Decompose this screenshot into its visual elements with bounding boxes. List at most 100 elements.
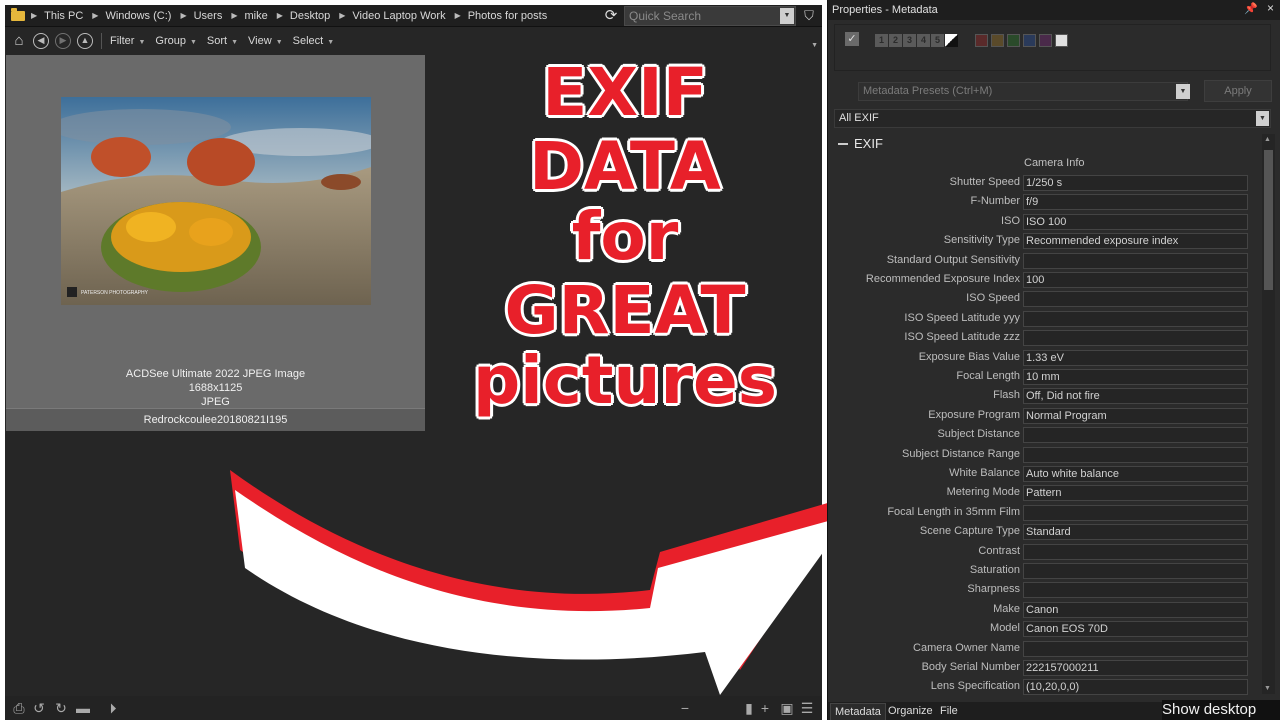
- exif-field-value[interactable]: [1023, 582, 1248, 599]
- exif-field-value[interactable]: (10,20,0,0): [1023, 679, 1248, 695]
- slideshow-icon[interactable]: ⏵: [105, 700, 121, 716]
- breadcrumb-item[interactable]: Windows (C:): [105, 10, 171, 22]
- color-label-green[interactable]: [1007, 34, 1020, 47]
- zoom-in-icon[interactable]: +: [757, 700, 773, 716]
- chevron-down-icon[interactable]: ▼: [811, 42, 818, 49]
- zoom-out-icon[interactable]: −: [677, 700, 693, 716]
- exif-field-value[interactable]: [1023, 446, 1248, 463]
- exif-field-value[interactable]: [1023, 640, 1248, 657]
- exif-field-label: Standard Output Sensitivity: [886, 253, 1020, 266]
- close-icon[interactable]: ×: [1267, 1, 1274, 15]
- exif-field-value[interactable]: [1023, 252, 1248, 269]
- color-label-purple[interactable]: [1039, 34, 1052, 47]
- exif-field-value[interactable]: 100: [1023, 272, 1248, 288]
- chevron-right-icon[interactable]: ▶: [180, 11, 186, 20]
- print-icon[interactable]: ⎙: [11, 700, 27, 716]
- exif-field-value[interactable]: ISO 100: [1023, 213, 1248, 230]
- rating-4[interactable]: 4: [917, 34, 930, 47]
- exif-field-value[interactable]: [1023, 330, 1248, 347]
- breadcrumb-item[interactable]: mike: [245, 10, 268, 22]
- color-label-yellow[interactable]: [991, 34, 1004, 47]
- chevron-right-icon[interactable]: ▶: [231, 11, 237, 20]
- presets-dropdown-button[interactable]: ▼: [1176, 84, 1190, 99]
- apply-button[interactable]: Apply: [1204, 80, 1272, 102]
- clear-rating-icon[interactable]: [945, 34, 958, 47]
- breadcrumb-item[interactable]: Video Laptop Work: [352, 10, 445, 22]
- collapse-icon[interactable]: [838, 142, 848, 145]
- rotate-left-icon[interactable]: ↺: [31, 700, 47, 716]
- tab-organize[interactable]: Organize: [884, 703, 937, 719]
- details-view-icon[interactable]: ☰: [799, 700, 815, 716]
- exif-field-value[interactable]: Off, Did not fire: [1023, 388, 1248, 405]
- quick-search-input[interactable]: Quick Search: [624, 6, 796, 26]
- exif-field-value[interactable]: Normal Program: [1023, 407, 1248, 424]
- breadcrumb-item[interactable]: Photos for posts: [468, 10, 548, 22]
- exif-section-header[interactable]: EXIF: [834, 133, 1255, 155]
- photo-thumbnail[interactable]: PATERSON PHOTOGRAPHY: [61, 97, 371, 305]
- pin-icon[interactable]: 📌: [1244, 2, 1258, 15]
- filter-icon[interactable]: ⛉: [800, 8, 818, 24]
- exif-field-value[interactable]: Canon: [1023, 601, 1248, 618]
- exif-field-value[interactable]: [1023, 310, 1248, 327]
- tab-metadata[interactable]: Metadata: [830, 703, 886, 720]
- up-icon[interactable]: ▲: [77, 33, 93, 49]
- exif-field-value[interactable]: Pattern: [1023, 485, 1248, 502]
- refresh-icon[interactable]: ⟳: [603, 8, 619, 24]
- exif-field-value[interactable]: 1.33 eV: [1023, 349, 1248, 366]
- scroll-thumb[interactable]: [1264, 150, 1273, 290]
- thumbnail-view-icon[interactable]: ▣: [779, 700, 795, 716]
- search-dropdown-button[interactable]: ▼: [780, 8, 794, 24]
- back-icon[interactable]: ◀: [33, 33, 49, 49]
- view-menu[interactable]: View ▼: [248, 35, 283, 47]
- metadata-view-select[interactable]: All EXIF: [834, 109, 1271, 128]
- chevron-right-icon[interactable]: ▶: [92, 11, 98, 20]
- thumbnail-card[interactable]: PATERSON PHOTOGRAPHY ACDSee Ultimate 202…: [6, 55, 425, 431]
- scroll-down-icon[interactable]: ▼: [1264, 685, 1271, 692]
- filter-menu[interactable]: Filter ▼: [110, 35, 145, 47]
- rating-2[interactable]: 2: [889, 34, 902, 47]
- exif-field-value[interactable]: 1/250 s: [1023, 175, 1248, 191]
- view-dropdown-button[interactable]: ▼: [1256, 111, 1269, 126]
- thumbnail-filename[interactable]: Redrockcoulee20180821I195: [6, 408, 425, 431]
- rating-5[interactable]: 5: [931, 34, 944, 47]
- exif-field-value[interactable]: [1023, 504, 1248, 521]
- exif-field-value[interactable]: [1023, 427, 1248, 444]
- exif-field-value[interactable]: [1023, 563, 1248, 579]
- chevron-right-icon[interactable]: ▶: [31, 11, 37, 20]
- select-menu[interactable]: Select ▼: [293, 35, 335, 47]
- rotate-right-icon[interactable]: ↻: [53, 700, 69, 716]
- delete-icon[interactable]: ▬: [75, 700, 91, 716]
- chevron-right-icon[interactable]: ▶: [277, 11, 283, 20]
- breadcrumb-item[interactable]: This PC: [44, 10, 83, 22]
- scroll-up-icon[interactable]: ▲: [1264, 136, 1271, 143]
- tag-checkbox[interactable]: ✓: [845, 32, 859, 46]
- sort-menu[interactable]: Sort ▼: [207, 35, 238, 47]
- exif-field-value[interactable]: [1023, 291, 1248, 308]
- chevron-right-icon[interactable]: ▶: [339, 11, 345, 20]
- color-label-clear[interactable]: [1055, 34, 1068, 47]
- exif-field-value[interactable]: Canon EOS 70D: [1023, 621, 1248, 638]
- home-icon[interactable]: ⌂: [11, 33, 27, 49]
- tab-file[interactable]: File: [936, 703, 962, 719]
- breadcrumb-item[interactable]: Desktop: [290, 10, 330, 22]
- group-menu[interactable]: Group ▼: [155, 35, 197, 47]
- zoom-slider-handle[interactable]: ▮: [741, 700, 757, 716]
- exif-field-value[interactable]: f/9: [1023, 194, 1248, 211]
- color-label-blue[interactable]: [1023, 34, 1036, 47]
- exif-field-value[interactable]: Recommended exposure index: [1023, 233, 1248, 250]
- color-label-red[interactable]: [975, 34, 988, 47]
- chevron-right-icon[interactable]: ▶: [455, 11, 461, 20]
- metadata-presets-select[interactable]: Metadata Presets (Ctrl+M): [858, 82, 1188, 101]
- show-desktop-button[interactable]: Show desktop: [1162, 700, 1280, 720]
- rating-1[interactable]: 1: [875, 34, 888, 47]
- rating-3[interactable]: 3: [903, 34, 916, 47]
- address-bar[interactable]: ▶ This PC ▶ Windows (C:) ▶ Users ▶ mike …: [5, 5, 822, 27]
- exif-field-value[interactable]: 222157000211: [1023, 660, 1248, 676]
- exif-field-value[interactable]: [1023, 543, 1248, 560]
- breadcrumb-item[interactable]: Users: [194, 10, 223, 22]
- forward-icon[interactable]: ▶: [55, 33, 71, 49]
- exif-field-value[interactable]: Standard: [1023, 524, 1248, 541]
- vertical-scrollbar[interactable]: ▲ ▼: [1262, 134, 1275, 694]
- exif-field-value[interactable]: Auto white balance: [1023, 466, 1248, 482]
- exif-field-value[interactable]: 10 mm: [1023, 369, 1248, 385]
